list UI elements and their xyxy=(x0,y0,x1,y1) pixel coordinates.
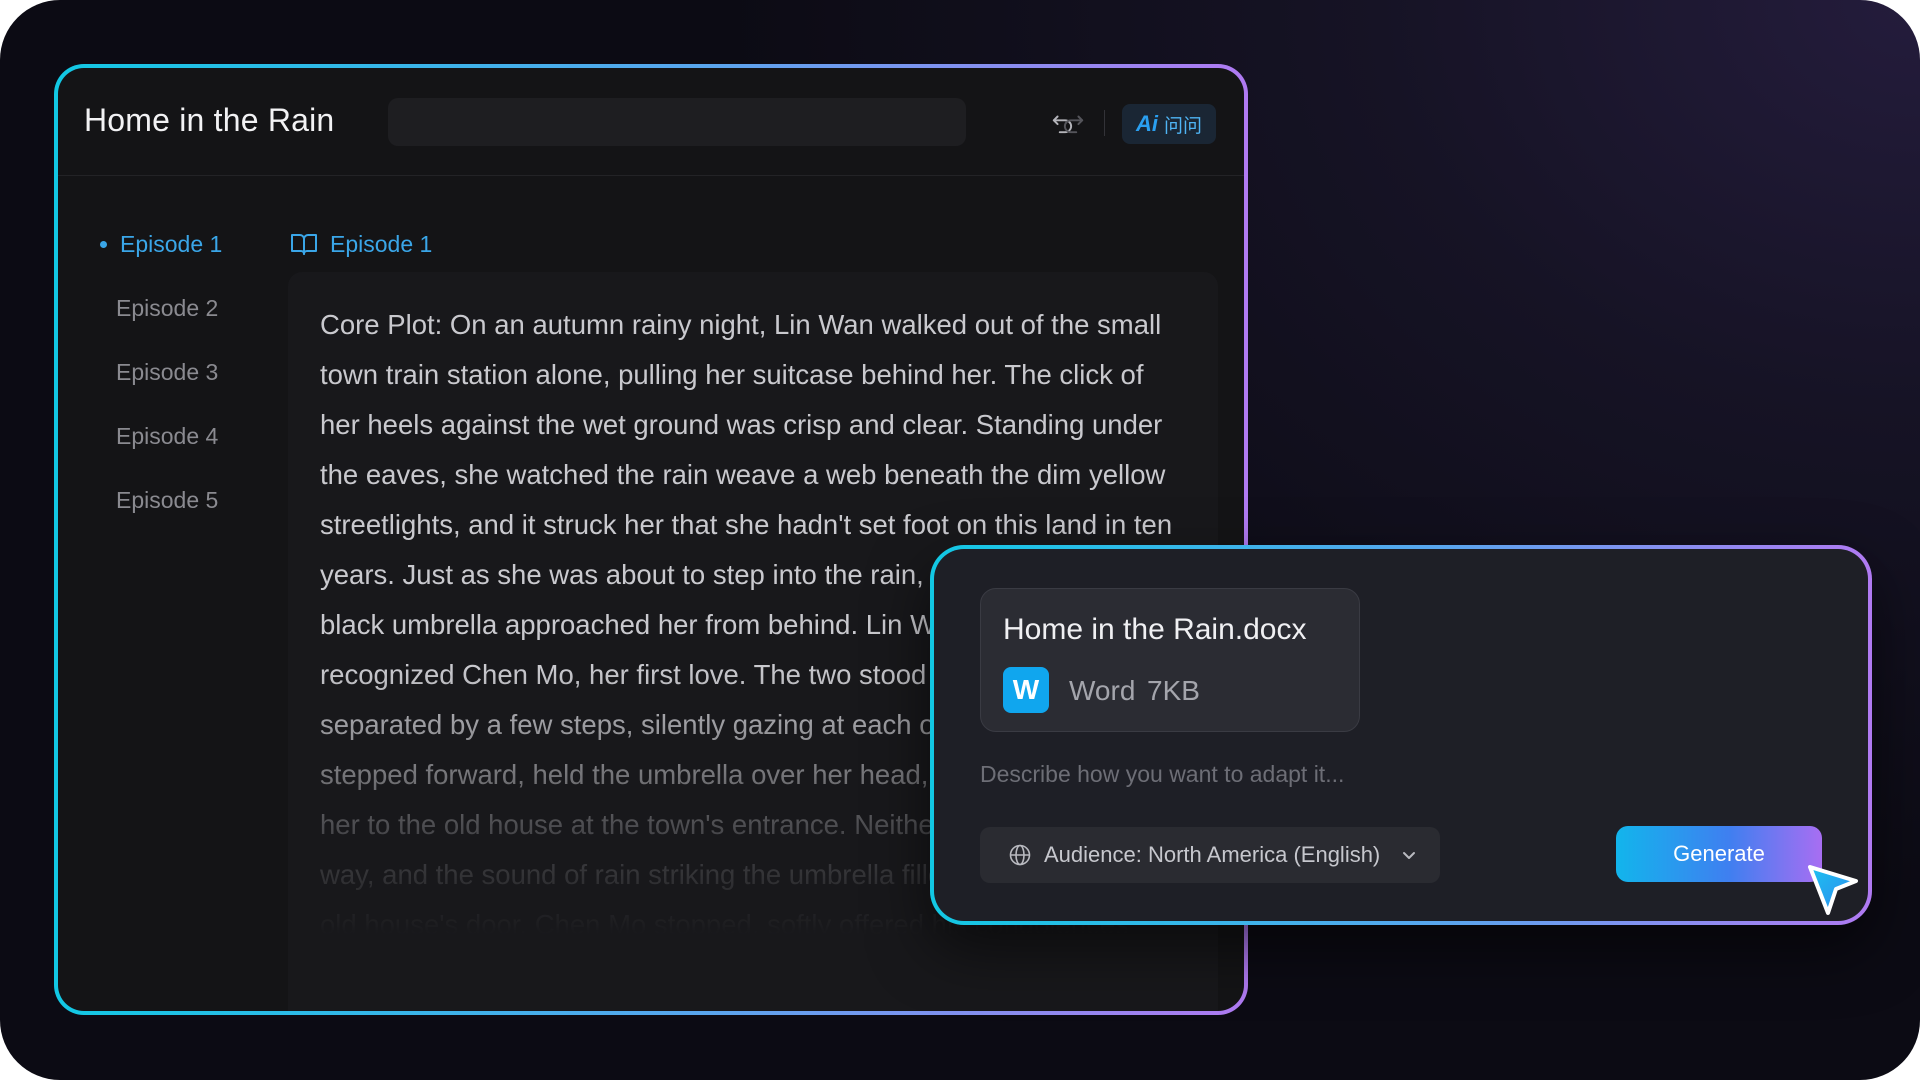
adapt-description-input[interactable] xyxy=(980,749,1800,799)
chevron-down-icon xyxy=(1400,846,1418,864)
generate-button[interactable]: Generate xyxy=(1616,826,1822,882)
document-title: Home in the Rain xyxy=(84,102,335,138)
content-heading-label: Episode 1 xyxy=(330,230,433,257)
redo-icon xyxy=(1063,115,1084,134)
background-stage: Home in the Rain Ai 问问 Episode 1 Episode… xyxy=(0,0,1920,1080)
file-name: Home in the Rain.docx xyxy=(1003,613,1307,646)
pointer-cursor-icon xyxy=(1808,865,1858,915)
attached-file-card[interactable]: Home in the Rain.docx W Word 7KB xyxy=(980,588,1360,732)
word-icon: W xyxy=(1003,667,1049,713)
episode-list: Episode 1 Episode 2 Episode 3 Episode 4 … xyxy=(92,212,252,532)
episode-item[interactable]: Episode 2 xyxy=(92,276,252,340)
header-input[interactable] xyxy=(388,98,966,146)
adapt-panel-frame: Home in the Rain.docx W Word 7KB Audienc… xyxy=(930,545,1872,925)
audience-label: Audience: North America (English) xyxy=(1044,842,1381,867)
adapt-panel: Home in the Rain.docx W Word 7KB Audienc… xyxy=(934,549,1868,921)
content-heading: Episode 1 xyxy=(290,212,432,276)
book-icon xyxy=(291,234,317,255)
ai-logo-icon: Ai xyxy=(1135,111,1158,136)
file-type: Word xyxy=(1069,675,1136,706)
ai-ask-button[interactable]: Ai 问问 xyxy=(1122,104,1216,144)
episode-item[interactable]: Episode 1 xyxy=(92,212,252,276)
audience-dropdown[interactable]: Audience: North America (English) xyxy=(980,827,1440,883)
globe-icon xyxy=(1009,844,1031,866)
header-divider xyxy=(1104,110,1105,136)
episode-item[interactable]: Episode 5 xyxy=(92,468,252,532)
file-size: 7KB xyxy=(1147,675,1200,706)
episode-item[interactable]: Episode 4 xyxy=(92,404,252,468)
redo-icon-wrapper[interactable] xyxy=(1058,108,1088,138)
ai-button-label: 问问 xyxy=(1163,114,1202,137)
episode-item[interactable]: Episode 3 xyxy=(92,340,252,404)
